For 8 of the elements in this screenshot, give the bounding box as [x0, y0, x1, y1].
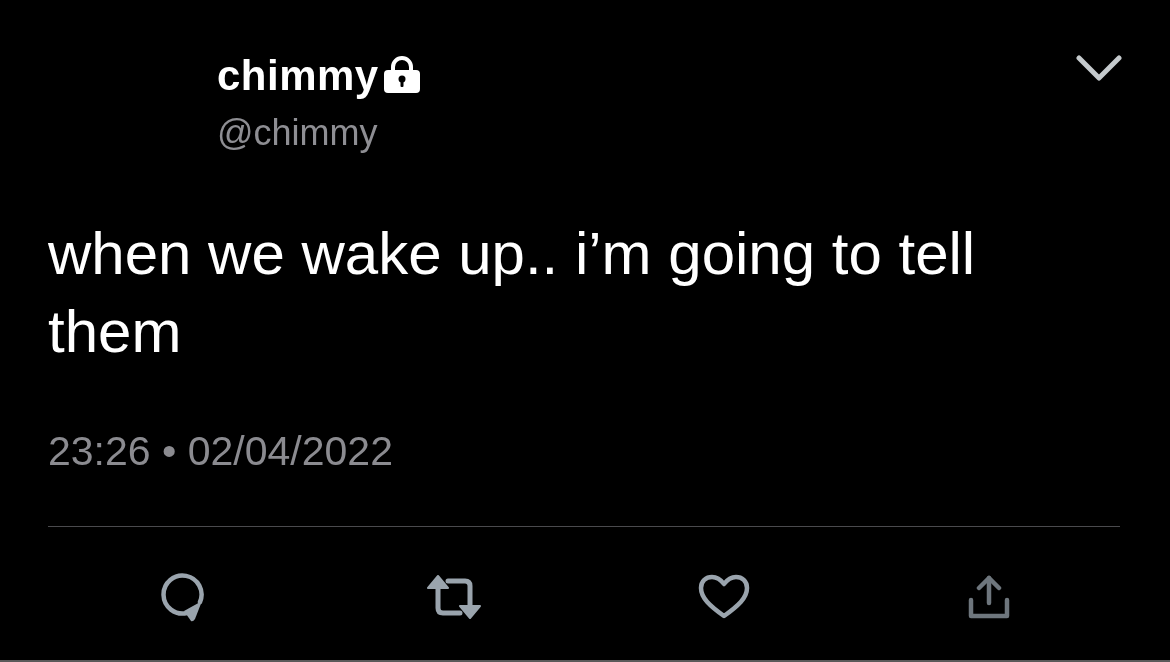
heart-icon[interactable]	[698, 574, 751, 620]
loop-arrows-icon[interactable]	[426, 575, 481, 619]
user-handle: @chimmy	[217, 111, 379, 155]
chevron-down-icon[interactable]	[1076, 55, 1122, 81]
display-name: chimmy	[217, 51, 379, 101]
share-icon[interactable]	[967, 575, 1010, 619]
tweet-text: when we wake up.. i’m going to tell them	[48, 219, 977, 367]
tweet-timestamp: 23:26 • 02/04/2022	[48, 427, 394, 476]
